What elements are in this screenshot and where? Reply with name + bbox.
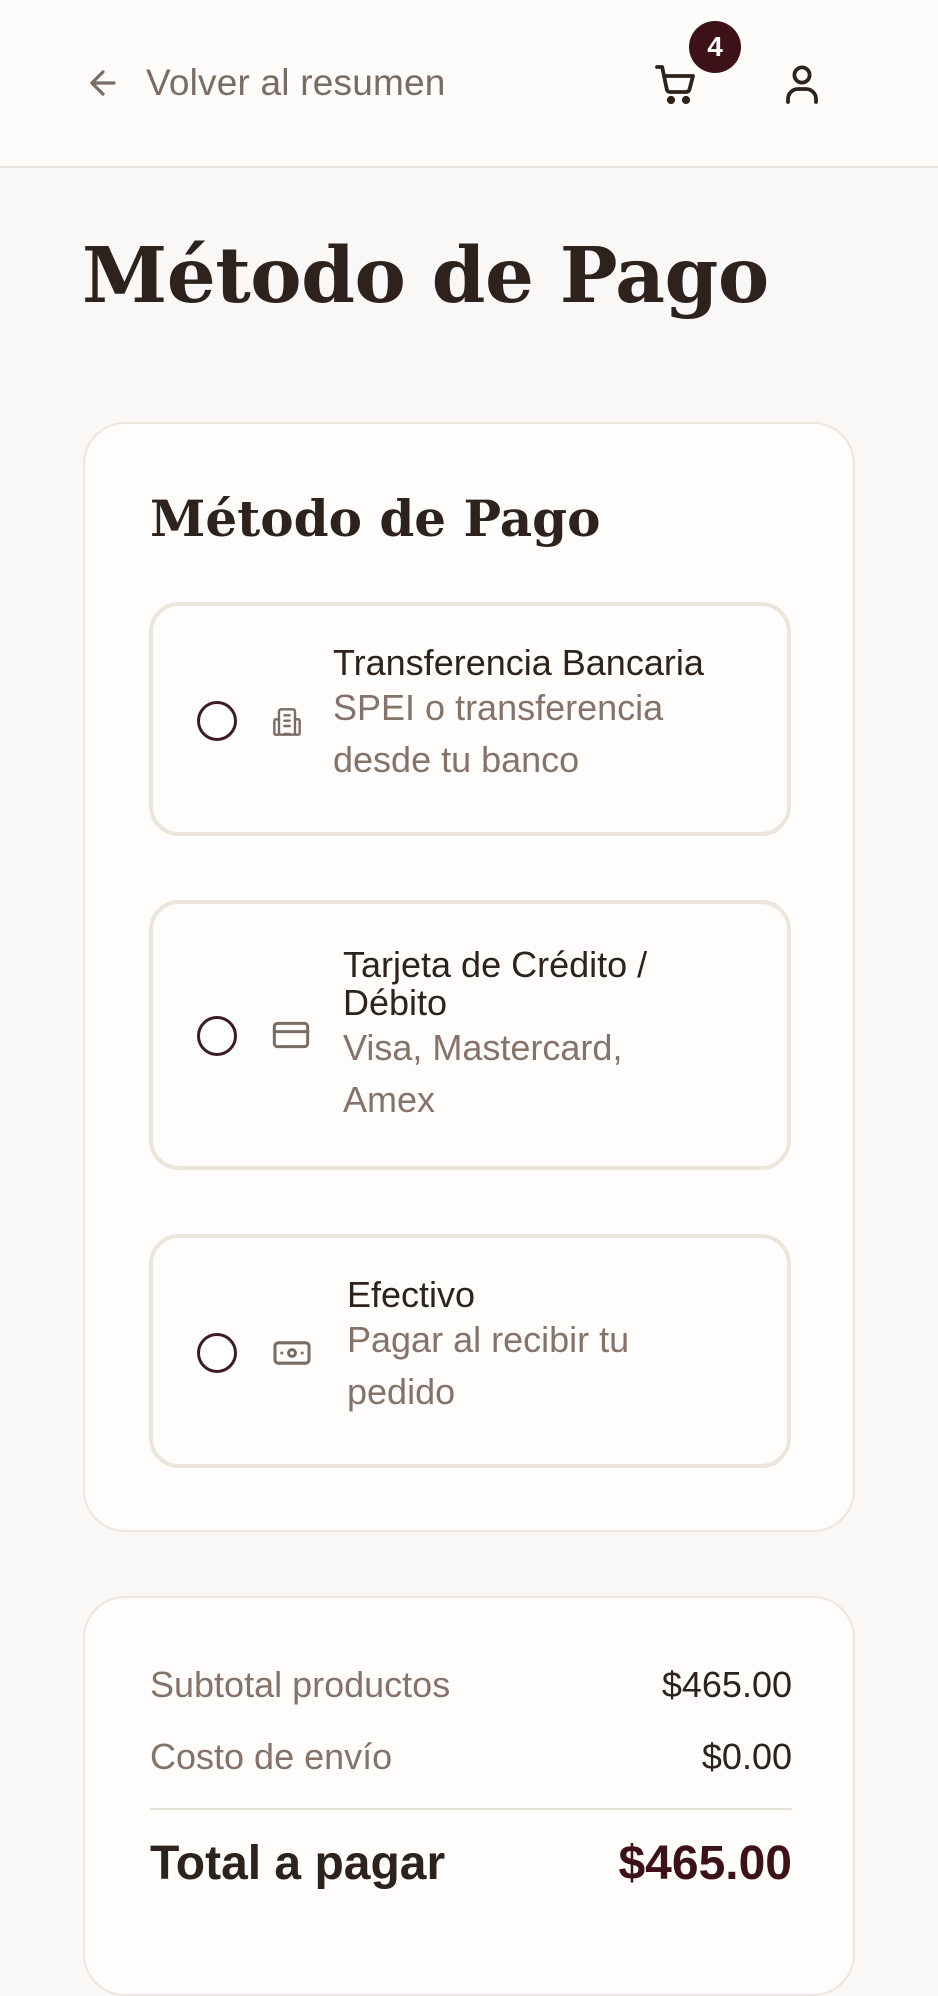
payment-method-card: Método de Pago Transferencia Bancaria SP… — [83, 422, 855, 1532]
option-title: Transferencia Bancaria — [333, 642, 704, 683]
subtotal-row: Subtotal productos $465.00 — [150, 1664, 792, 1706]
cash-icon — [273, 1341, 311, 1365]
account-button[interactable] — [778, 60, 828, 110]
cart-icon — [655, 65, 695, 105]
option-description: pedido — [347, 1371, 456, 1412]
option-description: SPEI o transferencia — [333, 687, 664, 728]
option-description: Amex — [343, 1079, 436, 1120]
card-payment-text: Tarjeta de Crédito / Débito Visa, Master… — [343, 946, 647, 1126]
option-title: Tarjeta de Crédito / — [343, 944, 648, 985]
bank-transfer-text: Transferencia Bancaria SPEI o transferen… — [333, 644, 704, 786]
cart-button[interactable] — [652, 60, 702, 110]
option-title: Débito — [343, 982, 448, 1023]
back-to-summary-link[interactable]: Volver al resumen — [84, 58, 446, 108]
total-label: Total a pagar — [150, 1837, 446, 1890]
user-icon — [786, 65, 818, 104]
option-description: desde tu banco — [333, 739, 580, 780]
shipping-row: Costo de envío $0.00 — [150, 1736, 792, 1778]
option-description: Visa, Mastercard, — [343, 1027, 623, 1068]
payment-option-card[interactable]: Tarjeta de Crédito / Débito Visa, Master… — [149, 900, 791, 1170]
summary-divider — [150, 1808, 792, 1810]
cash-payment-text: Efectivo Pagar al recibir tu pedido — [347, 1276, 629, 1418]
page-title: Método de Pago — [82, 231, 769, 321]
subtotal-value: $465.00 — [661, 1664, 792, 1705]
cart-count-badge: 4 — [689, 21, 741, 73]
bank-transfer-radio[interactable] — [197, 701, 237, 741]
arrow-left-icon — [90, 70, 116, 96]
payment-section-title: Método de Pago — [150, 489, 601, 548]
cash-payment-radio[interactable] — [197, 1333, 237, 1373]
top-header: Volver al resumen 4 — [0, 0, 938, 168]
payment-option-bank-transfer[interactable]: Transferencia Bancaria SPEI o transferen… — [149, 602, 791, 836]
payment-option-cash[interactable]: Efectivo Pagar al recibir tu pedido — [149, 1234, 791, 1468]
total-row: Total a pagar $465.00 — [150, 1836, 792, 1891]
subtotal-label: Subtotal productos — [150, 1664, 451, 1705]
back-link-label: Volver al resumen — [146, 62, 446, 103]
card-payment-radio[interactable] — [197, 1016, 237, 1056]
shipping-value: $0.00 — [701, 1736, 792, 1777]
order-summary-card: Subtotal productos $465.00 Costo de enví… — [83, 1596, 855, 1996]
credit-card-icon — [272, 1021, 310, 1049]
shipping-label: Costo de envío — [150, 1736, 393, 1777]
option-title: Efectivo — [347, 1274, 476, 1315]
bank-icon — [273, 708, 301, 736]
total-value: $465.00 — [618, 1837, 792, 1890]
option-description: Pagar al recibir tu — [347, 1319, 630, 1360]
